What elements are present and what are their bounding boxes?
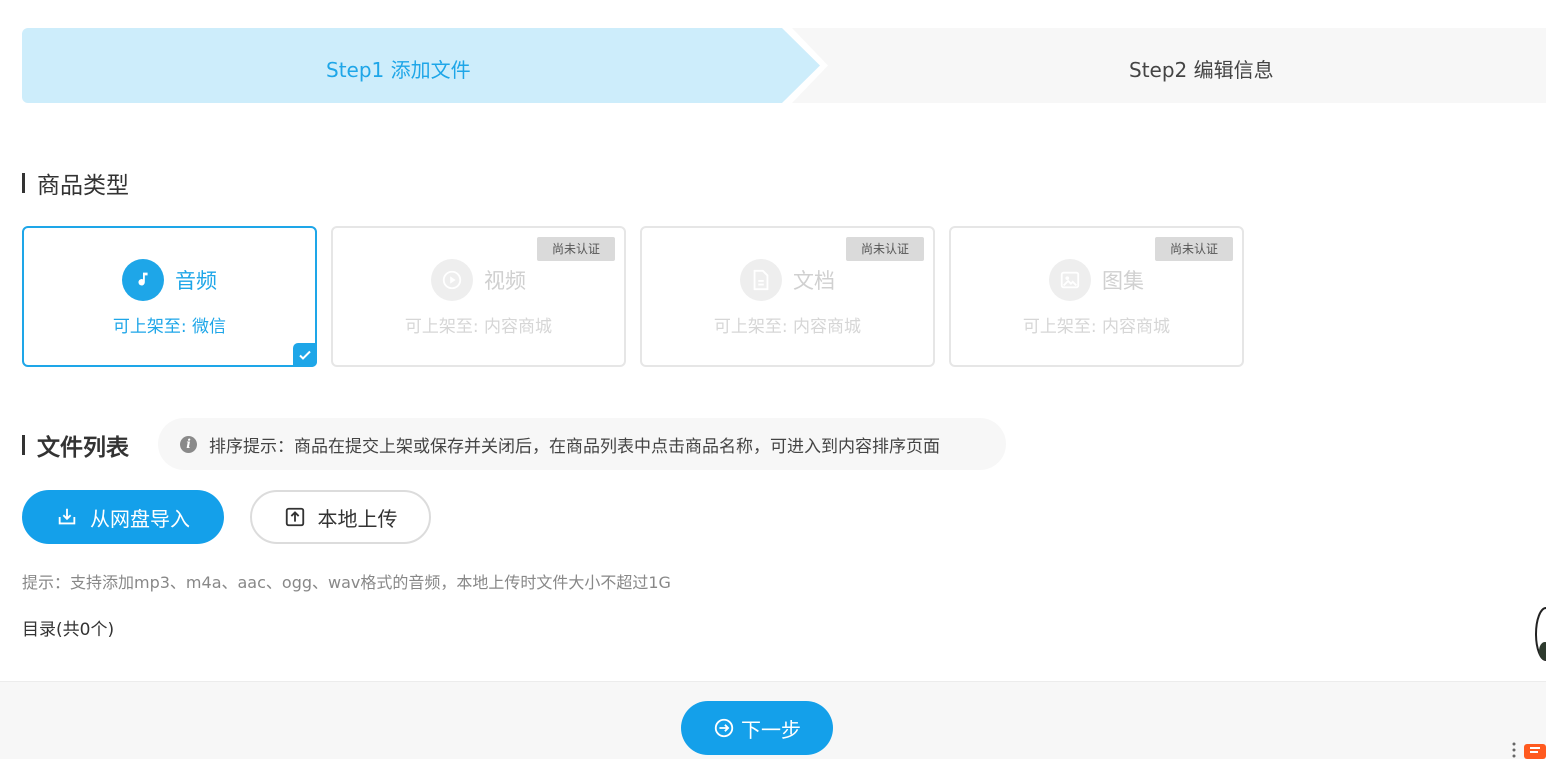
- step-2-label: Step2 编辑信息: [1129, 58, 1274, 82]
- type-shelf: 可上架至: 内容商城: [404, 317, 553, 337]
- type-name: 视频: [484, 269, 526, 293]
- floating-assistant-icon[interactable]: [1532, 606, 1546, 662]
- play-icon: [431, 259, 473, 301]
- product-type-title-text: 商品类型: [37, 173, 129, 199]
- type-name: 文档: [793, 269, 835, 293]
- type-name: 音频: [175, 269, 217, 293]
- unverified-badge: 尚未认证: [1155, 237, 1233, 261]
- step-progress: Step1 添加文件 Step2 编辑信息: [22, 28, 1546, 103]
- more-dots-icon[interactable]: [1511, 741, 1517, 759]
- unverified-badge: 尚未认证: [537, 237, 615, 261]
- type-card-gallery[interactable]: 尚未认证 图集 可上架至: 内容商城: [949, 226, 1244, 367]
- checkmark-icon: [293, 343, 317, 367]
- type-card-video[interactable]: 尚未认证 视频 可上架至: 内容商城: [331, 226, 626, 367]
- type-name: 图集: [1102, 269, 1144, 293]
- arrow-circle-right-icon: [714, 718, 734, 738]
- type-shelf: 可上架至: 内容商城: [713, 317, 862, 337]
- type-shelf: 可上架至: 内容商城: [1022, 317, 1171, 337]
- import-from-netdisk-label: 从网盘导入: [90, 506, 190, 531]
- info-icon: i: [180, 435, 197, 453]
- local-upload-button[interactable]: 本地上传: [250, 490, 431, 544]
- music-note-icon: [122, 259, 164, 301]
- step-1-label: Step1 添加文件: [326, 58, 471, 82]
- file-list-title-text: 文件列表: [37, 435, 129, 461]
- step-2[interactable]: Step2 编辑信息: [792, 28, 1546, 103]
- title-bar: [22, 173, 25, 193]
- download-icon: [58, 508, 76, 525]
- next-step-button[interactable]: 下一步: [681, 701, 833, 755]
- title-bar: [22, 435, 25, 455]
- image-icon: [1049, 259, 1091, 301]
- product-type-title: 商品类型: [22, 166, 129, 200]
- file-list-title: 文件列表: [22, 428, 129, 462]
- step-1: Step1 添加文件: [22, 28, 820, 103]
- upload-hint: 提示：支持添加mp3、m4a、aac、ogg、wav格式的音频，本地上传时文件大…: [22, 573, 671, 592]
- directory-count: 目录(共0个): [22, 620, 115, 640]
- document-icon: [740, 259, 782, 301]
- type-card-audio[interactable]: 音频 可上架至: 微信: [22, 226, 317, 367]
- type-card-document[interactable]: 尚未认证 文档 可上架至: 内容商城: [640, 226, 935, 367]
- unverified-badge: 尚未认证: [846, 237, 924, 261]
- type-shelf: 可上架至: 微信: [112, 317, 227, 337]
- next-step-label: 下一步: [741, 717, 801, 742]
- page: Step1 添加文件 Step2 编辑信息 商品类型 音频 可上架至: 微信 尚…: [0, 0, 1546, 759]
- upload-icon: [285, 507, 304, 527]
- footer-bar: 下一步: [0, 681, 1546, 759]
- sort-tip: i 排序提示：商品在提交上架或保存并关闭后，在商品列表中点击商品名称，可进入到内…: [158, 418, 1006, 470]
- sort-tip-text: 排序提示：商品在提交上架或保存并关闭后，在商品列表中点击商品名称，可进入到内容排…: [209, 436, 940, 457]
- import-from-netdisk-button[interactable]: 从网盘导入: [22, 490, 224, 544]
- local-upload-label: 本地上传: [317, 506, 398, 531]
- brand-logo-icon[interactable]: [1522, 742, 1546, 759]
